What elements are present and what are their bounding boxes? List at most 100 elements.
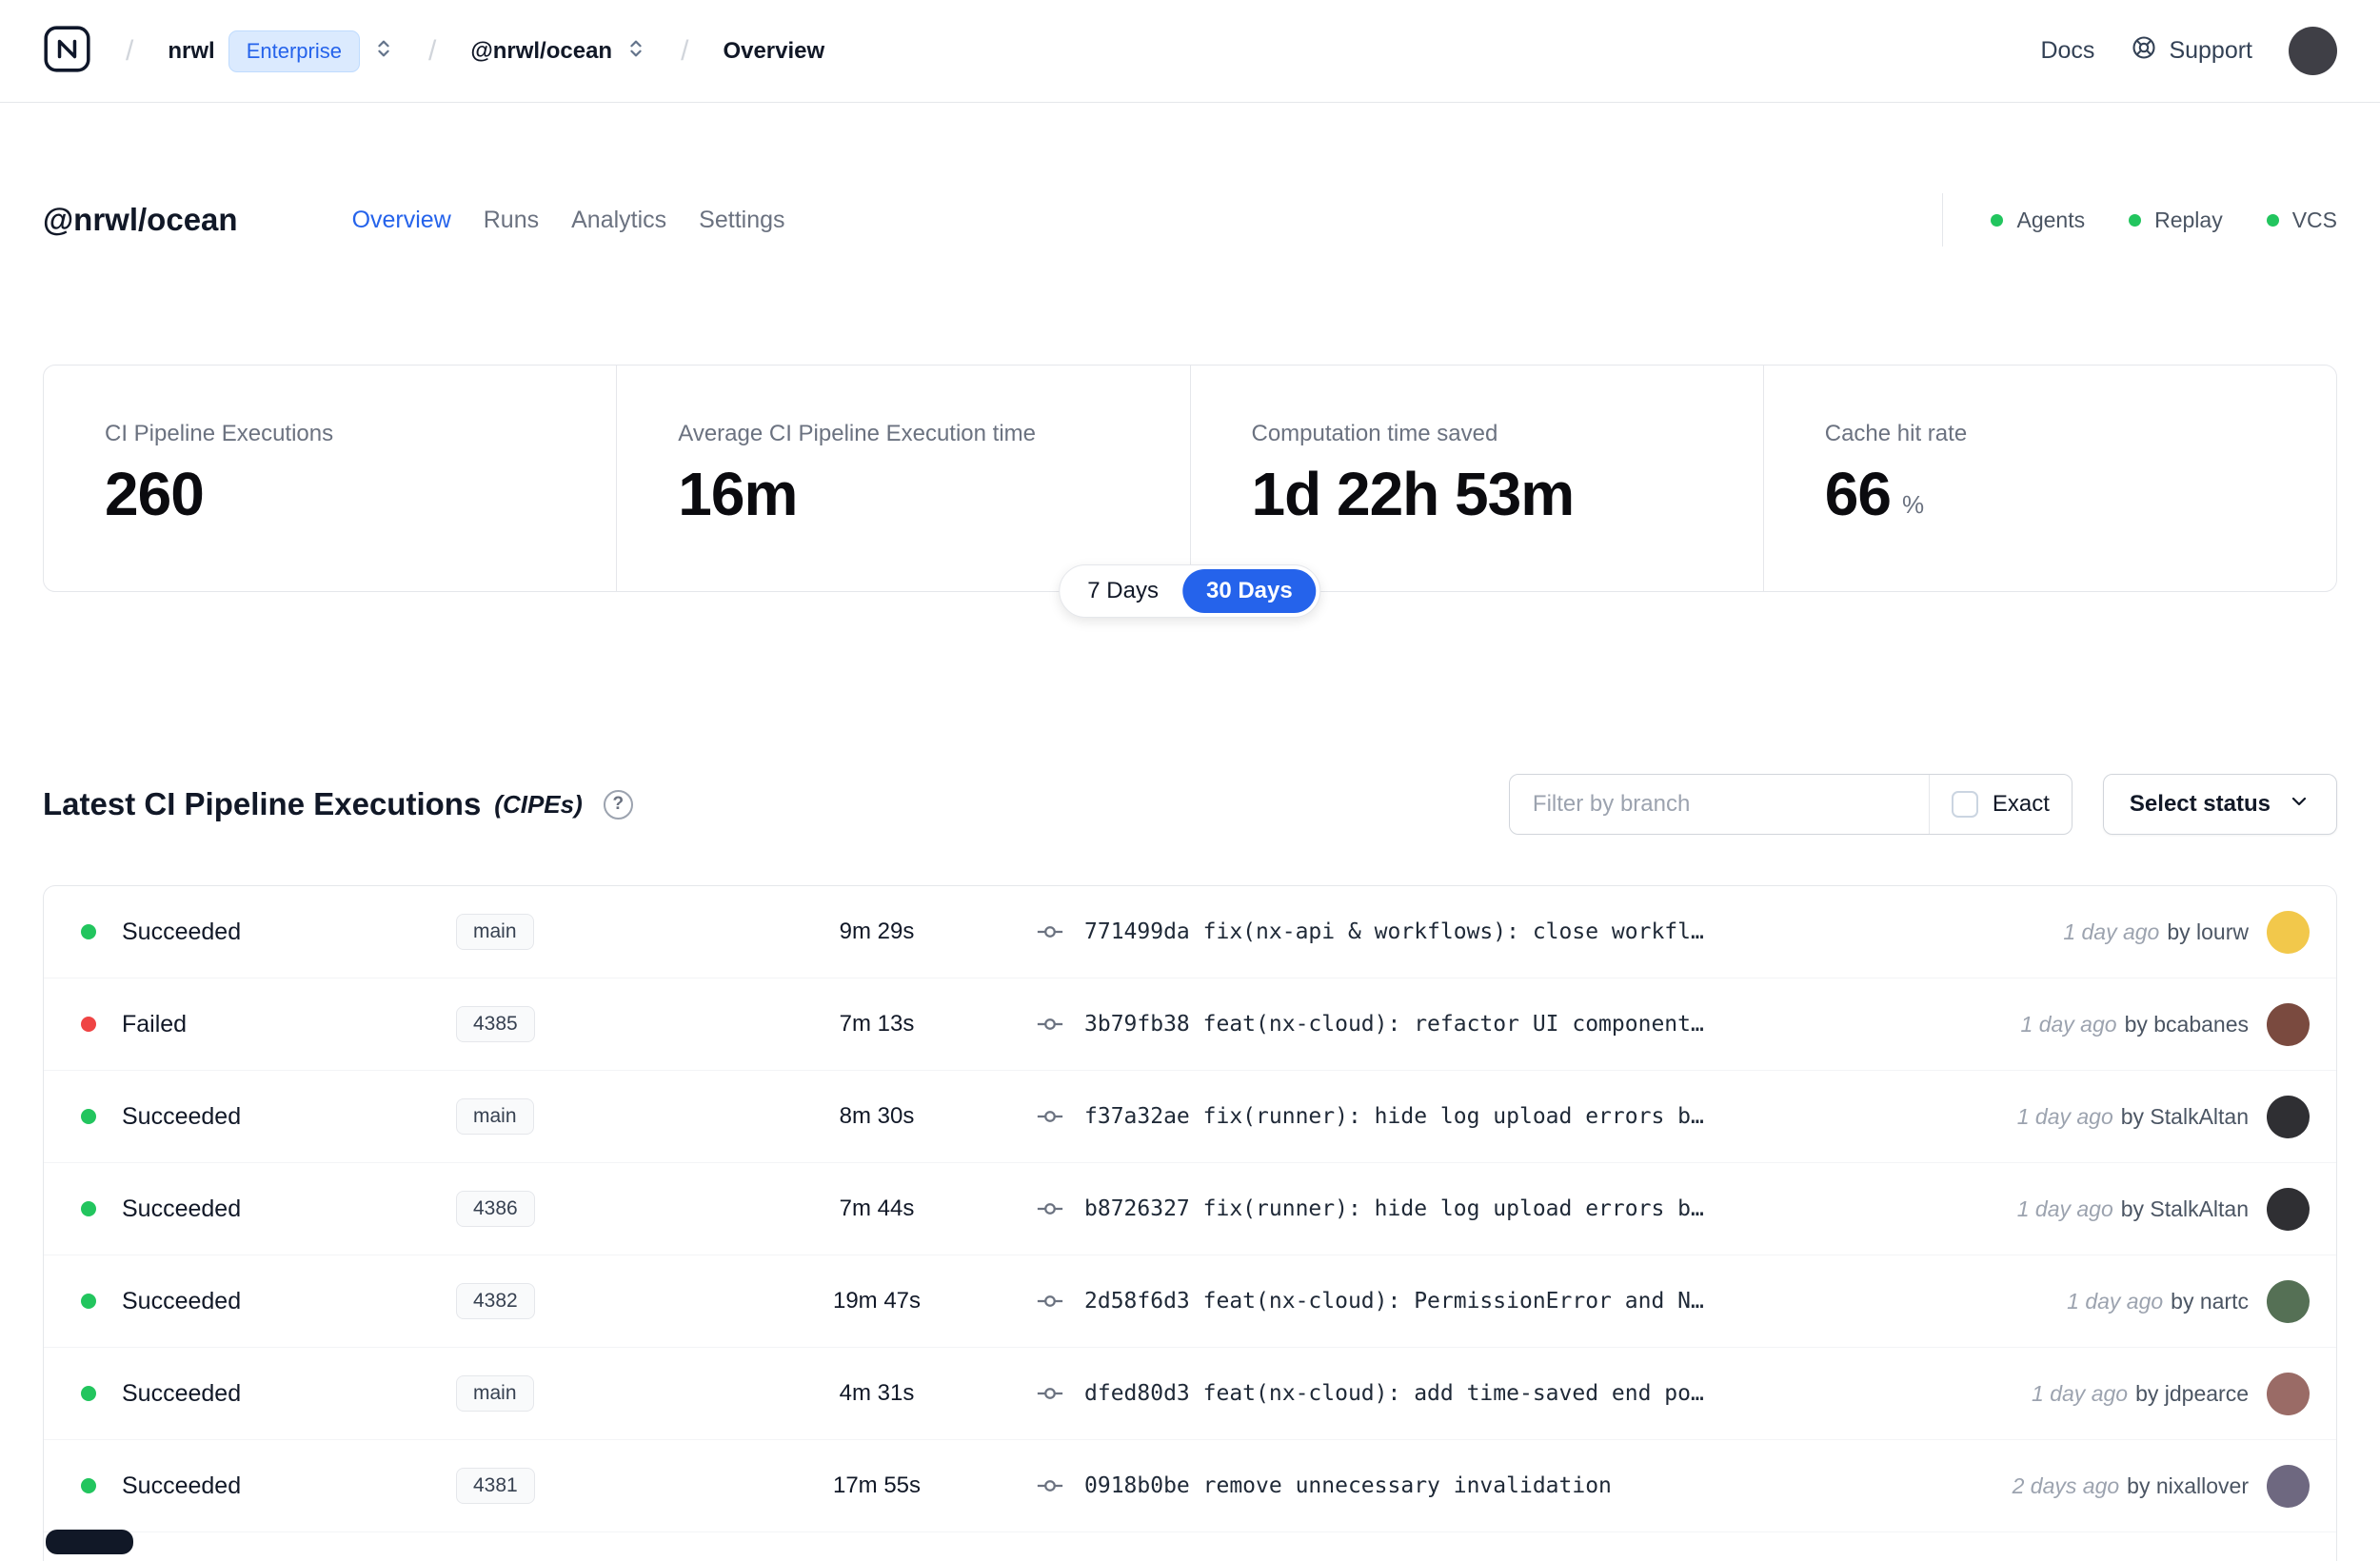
- author: by StalkAltan: [2120, 1195, 2249, 1221]
- avatar: [2267, 1372, 2310, 1415]
- avatar: [2267, 1095, 2310, 1138]
- commit-icon: [1031, 1195, 1069, 1223]
- indicator-agents[interactable]: Agents: [1991, 207, 2085, 233]
- sort-chevrons-icon[interactable]: [625, 38, 646, 64]
- commit-text[interactable]: b8726327 fix(runner): hide log upload er…: [1084, 1196, 1998, 1221]
- branch-badge[interactable]: main: [456, 1375, 534, 1412]
- tab-overview[interactable]: Overview: [352, 207, 451, 234]
- tab-settings[interactable]: Settings: [699, 207, 784, 234]
- timestamp: 2 days ago: [2012, 1472, 2120, 1498]
- support-icon: [2131, 34, 2157, 68]
- cipes-title-suffix: (CIPEs): [494, 789, 583, 819]
- avatar: [2267, 1464, 2310, 1508]
- branch-badge[interactable]: main: [456, 914, 534, 950]
- org-name: nrwl: [168, 37, 215, 64]
- cipe-table: Succeeded main 9m 29s 771499da fix(nx-ap…: [43, 885, 2337, 1561]
- duration: 7m 13s: [839, 1011, 915, 1037]
- range-30-days[interactable]: 30 Days: [1181, 569, 1317, 613]
- sort-chevrons-icon[interactable]: [373, 38, 394, 64]
- breadcrumb-page: Overview: [723, 37, 825, 64]
- duration: 17m 55s: [832, 1472, 922, 1498]
- branch-badge[interactable]: main: [456, 1098, 534, 1135]
- branch-filter-input[interactable]: [1509, 775, 1929, 834]
- support-link[interactable]: Support: [2131, 34, 2252, 68]
- stat-label: Average CI Pipeline Execution time: [678, 421, 1037, 446]
- timestamp: 1 day ago: [2032, 1380, 2129, 1406]
- status-label: Succeeded: [122, 1195, 242, 1222]
- avatar: [2267, 1279, 2310, 1323]
- status-select-label: Select status: [2129, 791, 2271, 817]
- commit-message: feat(nx-cloud): add time-saved end po…: [1202, 1381, 1704, 1406]
- vertical-divider: [1942, 193, 1944, 247]
- status-label: Succeeded: [122, 1379, 242, 1407]
- status-dot: [81, 1386, 96, 1401]
- range-7-days[interactable]: 7 Days: [1063, 569, 1182, 613]
- branch-cell: main: [456, 1098, 723, 1135]
- table-row[interactable]: Succeeded 4386 7m 44s b8726327 fix(runne…: [44, 1163, 2336, 1255]
- status-dot: [81, 1478, 96, 1493]
- commit-icon: [1031, 1287, 1069, 1315]
- commit-text[interactable]: 771499da fix(nx-api & workflows): close …: [1084, 919, 2044, 944]
- row-meta: 1 day ago by lourw: [2044, 919, 2249, 945]
- workspace-tabs: Overview Runs Analytics Settings: [352, 207, 785, 234]
- branch-cell: main: [456, 914, 723, 950]
- indicator-vcs[interactable]: VCS: [2266, 207, 2337, 233]
- row-meta: 1 day ago by bcabanes: [2002, 1012, 2249, 1037]
- branch-badge[interactable]: 4385: [456, 1006, 535, 1042]
- table-row[interactable]: Succeeded main 9m 29s 771499da fix(nx-ap…: [44, 886, 2336, 978]
- exact-addon: Exact: [1928, 775, 2072, 834]
- status-dot: [81, 1294, 96, 1309]
- org-selector[interactable]: nrwl Enterprise: [168, 30, 394, 72]
- nx-cloud-logo-icon[interactable]: [43, 25, 91, 78]
- table-row[interactable]: Succeeded 4382 19m 47s 2d58f6d3 feat(nx-…: [44, 1255, 2336, 1348]
- tab-analytics[interactable]: Analytics: [571, 207, 666, 234]
- commit-message: fix(nx-api & workflows): close workfl…: [1202, 919, 1704, 944]
- table-row[interactable]: Succeeded main 8m 30s f37a32ae fix(runne…: [44, 1071, 2336, 1163]
- branch-badge[interactable]: 4386: [456, 1191, 535, 1227]
- stat-computation-time-saved: Computation time saved 1d 22h 53m: [1189, 366, 1763, 591]
- duration: 19m 47s: [832, 1288, 922, 1314]
- commit-icon: [1031, 918, 1069, 946]
- commit-text[interactable]: dfed80d3 feat(nx-cloud): add time-saved …: [1084, 1381, 2013, 1406]
- table-row[interactable]: Failed 4385 7m 13s 3b79fb38 feat(nx-clou…: [44, 978, 2336, 1071]
- commit-text[interactable]: 0918b0be remove unnecessary invalidation: [1084, 1473, 1993, 1498]
- docs-link[interactable]: Docs: [2040, 37, 2094, 65]
- table-row[interactable]: Succeeded main 4m 31s dfed80d3 feat(nx-c…: [44, 1348, 2336, 1440]
- indicator-replay[interactable]: Replay: [2129, 207, 2223, 233]
- commit-text[interactable]: 3b79fb38 feat(nx-cloud): refactor UI com…: [1084, 1012, 2002, 1037]
- commit-hash: f37a32ae: [1084, 1104, 1190, 1129]
- status-select-button[interactable]: Select status: [2102, 774, 2337, 835]
- commit-hash: 0918b0be: [1084, 1473, 1190, 1498]
- workspace-selector[interactable]: @nrwl/ocean: [470, 38, 646, 65]
- exact-label: Exact: [1992, 791, 2050, 817]
- help-icon[interactable]: ?: [603, 789, 633, 820]
- stat-value: 66%: [1824, 460, 1925, 528]
- branch-badge[interactable]: 4382: [456, 1283, 535, 1319]
- branch-badge[interactable]: 4381: [456, 1468, 535, 1504]
- enterprise-badge: Enterprise: [228, 30, 360, 72]
- status-label: Succeeded: [122, 918, 242, 945]
- stat-suffix: %: [1901, 490, 1925, 519]
- branch-cell: 4381: [456, 1468, 723, 1504]
- stat-average-execution-time: Average CI Pipeline Execution time 16m: [616, 366, 1189, 591]
- chat-launcher-partial[interactable]: [46, 1530, 133, 1554]
- status-dot: [81, 1201, 96, 1216]
- breadcrumb-separator: /: [681, 34, 689, 67]
- stat-ci-pipeline-executions: CI Pipeline Executions 260: [44, 366, 616, 591]
- status-label: Succeeded: [122, 1102, 242, 1130]
- exact-checkbox[interactable]: [1951, 791, 1978, 818]
- table-row[interactable]: Succeeded 4381 17m 55s 0918b0be remove u…: [44, 1440, 2336, 1532]
- commit-text[interactable]: 2d58f6d3 feat(nx-cloud): PermissionError…: [1084, 1289, 2048, 1314]
- green-dot-icon: [2129, 213, 2142, 227]
- branch-cell: 4382: [456, 1283, 723, 1319]
- timestamp: 1 day ago: [2067, 1288, 2164, 1314]
- chevron-down-icon: [2288, 790, 2311, 820]
- author: by lourw: [2167, 919, 2249, 944]
- stats-cards: CI Pipeline Executions 260 Average CI Pi…: [43, 365, 2337, 618]
- commit-icon: [1031, 1472, 1069, 1500]
- commit-text[interactable]: f37a32ae fix(runner): hide log upload er…: [1084, 1104, 1998, 1129]
- tab-runs[interactable]: Runs: [484, 207, 539, 234]
- user-avatar[interactable]: [2289, 27, 2337, 75]
- green-dot-icon: [2266, 213, 2279, 227]
- page-title: @nrwl/ocean: [43, 202, 238, 237]
